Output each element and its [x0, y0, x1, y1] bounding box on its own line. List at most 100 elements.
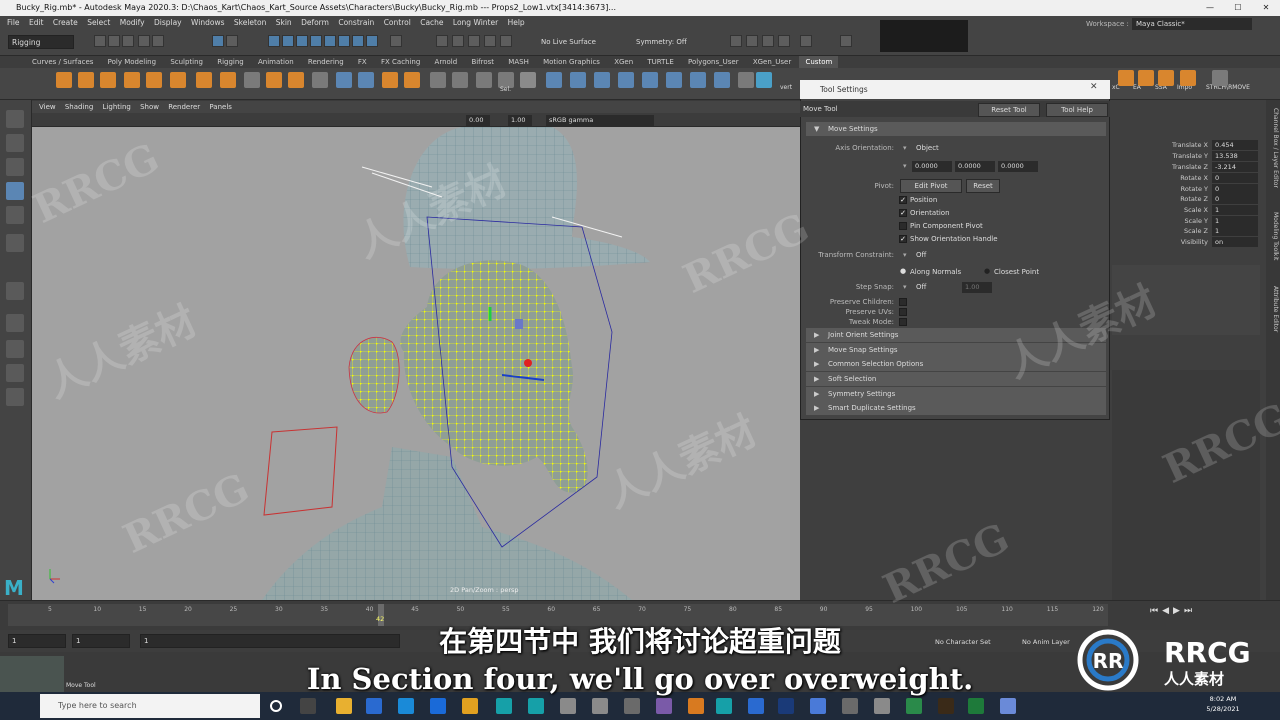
snap-grid-icon[interactable] [352, 35, 364, 47]
tweak-mode-checkbox[interactable] [899, 318, 907, 326]
channel-row[interactable]: Translate X 0.454 [1110, 140, 1260, 150]
layout-four-icon[interactable] [6, 314, 24, 332]
paint-select-icon[interactable] [6, 158, 24, 176]
transform-constraint-dropdown[interactable]: Off [916, 251, 926, 259]
symmetry-dropdown[interactable]: Symmetry: Off [636, 38, 687, 46]
position-checkbox[interactable]: ✓ [899, 196, 907, 204]
channel-row[interactable]: Rotate Z0 [1110, 194, 1260, 204]
menu-control[interactable]: Control [384, 16, 411, 29]
tool-settings-close-icon[interactable]: ✕ [1090, 82, 1098, 92]
cube-shelf-icon[interactable] [78, 72, 94, 88]
lasso-tool-icon[interactable] [6, 134, 24, 152]
ipr-render-icon[interactable] [746, 35, 758, 47]
app-taskbar-icon[interactable] [1000, 698, 1016, 714]
menu-skeleton[interactable]: Skeleton [234, 16, 266, 29]
shelf-tab-polygons-user[interactable]: Polygons_User [682, 56, 745, 68]
menu-modify[interactable]: Modify [120, 16, 145, 29]
custom-shelf-icon[interactable] [1138, 70, 1154, 86]
reset-tool-button[interactable]: Reset Tool [978, 103, 1040, 117]
tool-shelf-icon[interactable] [430, 72, 446, 88]
shelf-tab-poly-modeling[interactable]: Poly Modeling [102, 56, 162, 68]
colorspace-dropdown[interactable]: sRGB gamma [546, 115, 654, 126]
tool-shelf-icon[interactable] [476, 72, 492, 88]
shelf-tab-rigging[interactable]: Rigging [211, 56, 250, 68]
store-icon[interactable] [366, 698, 382, 714]
shelf-tab-custom[interactable]: Custom [799, 56, 839, 68]
custom-shelf-icon[interactable] [1180, 70, 1196, 86]
reset-pivot-button[interactable]: Reset [966, 179, 1000, 193]
lock-icon[interactable] [390, 35, 402, 47]
maya-taskbar-icon[interactable] [528, 698, 544, 714]
taskbar-search-input[interactable]: Type here to search [40, 694, 260, 718]
app-taskbar-icon[interactable] [656, 698, 672, 714]
panel-menu-renderer[interactable]: Renderer [168, 103, 200, 111]
side-tab-channel-box[interactable]: Channel Box / Layer Editor [1267, 108, 1279, 208]
diamond-shelf-icon[interactable] [124, 72, 140, 88]
task-view-icon[interactable] [300, 698, 316, 714]
menu-help[interactable]: Help [508, 16, 525, 29]
app-taskbar-icon[interactable] [592, 698, 608, 714]
select-by-component-icon[interactable] [212, 35, 224, 47]
menu-windows[interactable]: Windows [191, 16, 224, 29]
app-taskbar-icon[interactable] [624, 698, 640, 714]
channel-row[interactable]: Rotate Y0 [1110, 184, 1260, 194]
sphere-shelf-icon[interactable] [266, 72, 282, 88]
axis-x-field[interactable]: 0.0000 [912, 161, 952, 172]
shelf-tab-arnold[interactable]: Arnold [429, 56, 464, 68]
render-frame-icon[interactable] [730, 35, 742, 47]
menu-file[interactable]: File [7, 16, 20, 29]
shelf-tab-motion-graphics[interactable]: Motion Graphics [537, 56, 606, 68]
select-by-object-icon[interactable] [226, 35, 238, 47]
hypershade-icon[interactable] [778, 35, 790, 47]
render-settings-icon[interactable] [762, 35, 774, 47]
app-taskbar-icon[interactable] [874, 698, 890, 714]
shelf-tab-rendering[interactable]: Rendering [302, 56, 350, 68]
move-tool-icon[interactable] [6, 182, 24, 200]
panel-menu-lighting[interactable]: Lighting [103, 103, 131, 111]
open-scene-icon[interactable] [108, 35, 120, 47]
cortana-icon[interactable] [270, 700, 282, 712]
menu-edit[interactable]: Edit [29, 16, 44, 29]
symmetry-settings-frame[interactable]: ▶ Symmetry Settings [806, 387, 1106, 401]
menu-deform[interactable]: Deform [301, 16, 329, 29]
mesh-shelf-icon[interactable] [618, 72, 634, 88]
shelf-tab-fx[interactable]: FX [352, 56, 373, 68]
playback-controls[interactable]: ⏮◀▶⏭ [1150, 606, 1196, 616]
select-tool-icon[interactable] [6, 110, 24, 128]
tool-help-button[interactable]: Tool Help [1046, 103, 1108, 117]
move-settings-frame[interactable]: ▼ Move Settings [806, 122, 1106, 136]
layout-single-icon[interactable] [6, 282, 24, 300]
side-tab-attribute-editor[interactable]: Attribute Editor [1267, 286, 1279, 346]
close-button[interactable]: ✕ [1252, 0, 1280, 16]
mesh-shelf-icon[interactable] [546, 72, 562, 88]
mesh-shelf-icon[interactable] [642, 72, 658, 88]
mesh-shelf-icon[interactable] [570, 72, 586, 88]
cube-shelf-icon[interactable] [56, 72, 72, 88]
cube-shelf-icon[interactable] [146, 72, 162, 88]
snap-projected-icon[interactable] [484, 35, 496, 47]
app-taskbar-icon[interactable] [748, 698, 764, 714]
app-taskbar-icon[interactable] [810, 698, 826, 714]
channel-row[interactable]: Translate Y 13.538 [1110, 151, 1260, 161]
side-tab-modeling-toolkit[interactable]: Modeling Toolkit [1267, 212, 1279, 272]
app-taskbar-icon[interactable] [688, 698, 704, 714]
channel-row[interactable]: Scale X1 [1110, 205, 1260, 215]
edit-pivot-button[interactable]: Edit Pivot [900, 179, 962, 193]
brush-shelf-icon[interactable] [404, 72, 420, 88]
shelf-tab-turtle[interactable]: TURTLE [641, 56, 679, 68]
channel-row[interactable]: Rotate X0 [1110, 173, 1260, 183]
mesh-shelf-icon[interactable] [690, 72, 706, 88]
mail-icon[interactable] [430, 698, 446, 714]
menu-set-dropdown[interactable]: Rigging [8, 35, 74, 49]
shelf-tab-animation[interactable]: Animation [252, 56, 300, 68]
menu-long-winter[interactable]: Long Winter [453, 16, 498, 29]
app-taskbar-icon[interactable] [906, 698, 922, 714]
menu-display[interactable]: Display [154, 16, 182, 29]
maya-taskbar-icon[interactable] [716, 698, 732, 714]
multi-mask-icon[interactable] [324, 35, 336, 47]
uv-mask-icon[interactable] [310, 35, 322, 47]
show-orientation-handle-checkbox[interactable]: ✓ [899, 235, 907, 243]
uv-editor-shelf-icon[interactable] [756, 72, 772, 88]
radio-selected-icon[interactable]: ● [900, 267, 906, 275]
vertex-mask-icon[interactable] [268, 35, 280, 47]
